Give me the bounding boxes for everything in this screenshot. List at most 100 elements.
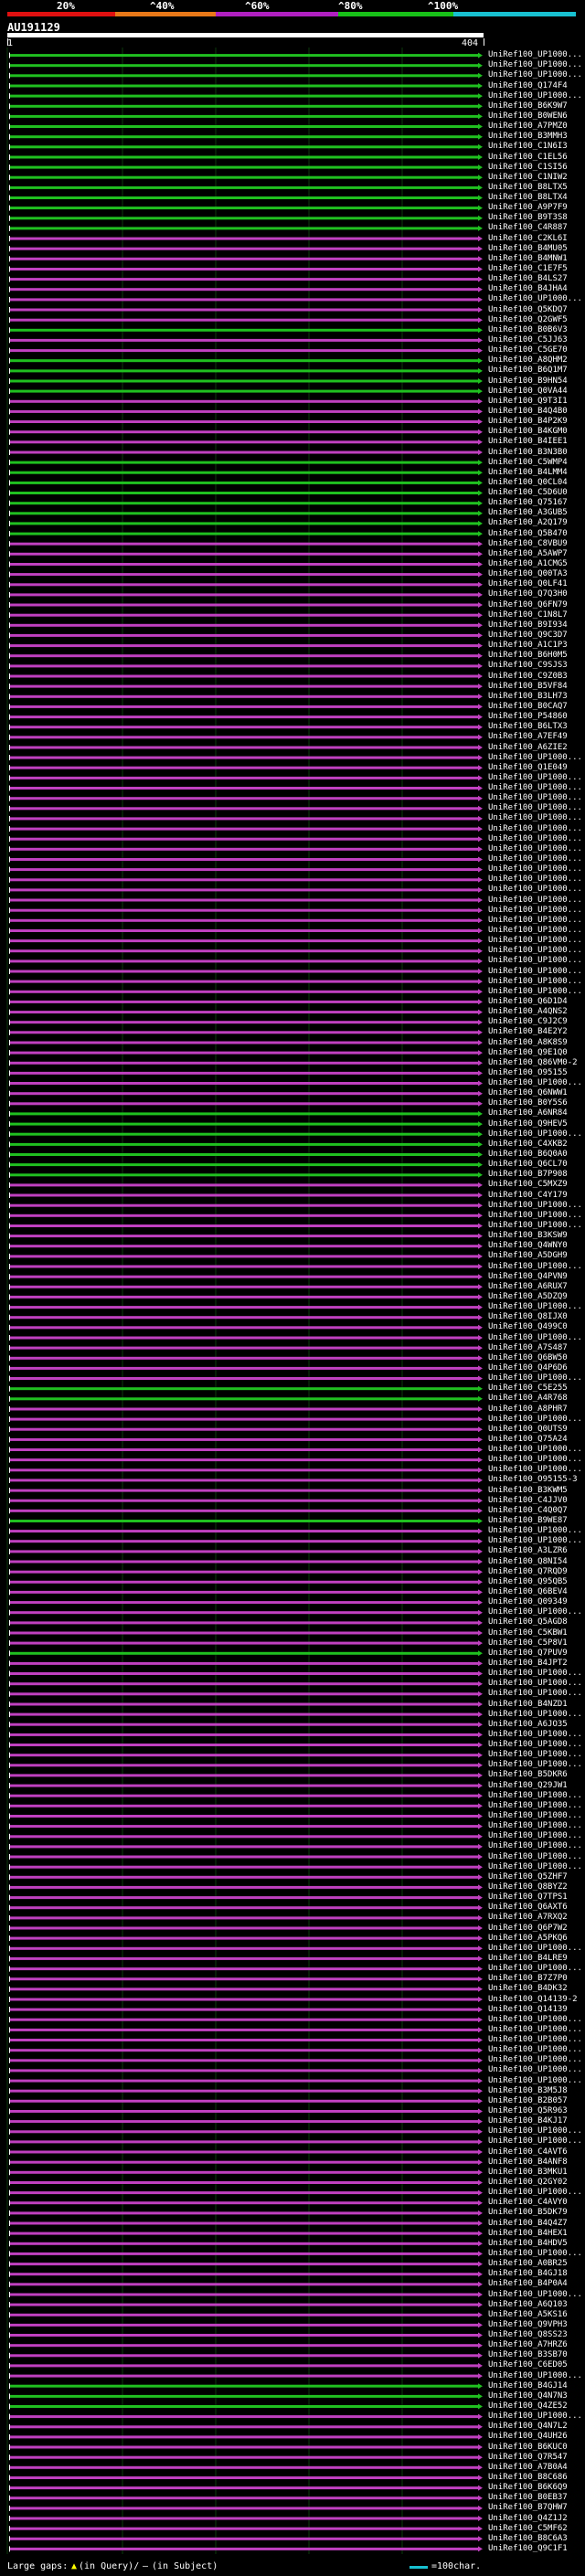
hit-label[interactable]: UniRef100_Q9E1Q0: [488, 1048, 568, 1058]
hit-label[interactable]: UniRef100_A2Q179: [488, 518, 568, 528]
hit-bar[interactable]: [9, 1723, 478, 1726]
hit-bar[interactable]: [9, 908, 478, 912]
hit-bar[interactable]: [9, 1366, 478, 1370]
hit-label[interactable]: UniRef100_B6K6Q9: [488, 2483, 568, 2493]
hit-bar[interactable]: [9, 2313, 478, 2316]
hit-bar[interactable]: [9, 1163, 478, 1167]
hit-label[interactable]: UniRef100_UP1000...: [488, 2015, 582, 2025]
hit-label[interactable]: UniRef100_B4P2K9: [488, 417, 568, 427]
hit-bar[interactable]: [9, 175, 478, 179]
hit-bar[interactable]: [9, 1977, 478, 1981]
hit-bar[interactable]: [9, 1956, 478, 1960]
hit-bar[interactable]: [9, 1235, 478, 1238]
hit-label[interactable]: UniRef100_B7QHW7: [488, 2503, 568, 2513]
hit-label[interactable]: UniRef100_UP1000...: [488, 294, 582, 304]
hit-bar[interactable]: [9, 2465, 478, 2469]
hit-label[interactable]: UniRef100_A4QNS2: [488, 1007, 568, 1017]
hit-label[interactable]: UniRef100_A4R768: [488, 1394, 568, 1404]
hit-label[interactable]: UniRef100_UP1000...: [488, 1760, 582, 1770]
hit-bar[interactable]: [9, 2425, 478, 2429]
hit-bar[interactable]: [9, 2059, 478, 2062]
hit-bar[interactable]: [9, 898, 478, 902]
hit-bar[interactable]: [9, 94, 478, 98]
hit-label[interactable]: UniRef100_C4AVT6: [488, 2147, 568, 2157]
hit-label[interactable]: UniRef100_A9P7F9: [488, 203, 568, 213]
hit-bar[interactable]: [9, 64, 478, 68]
hit-label[interactable]: UniRef100_UP1000...: [488, 1679, 582, 1689]
hit-label[interactable]: UniRef100_C5E255: [488, 1383, 568, 1394]
hit-label[interactable]: UniRef100_Q7TPS1: [488, 1892, 568, 1903]
hit-label[interactable]: UniRef100_UP1000...: [488, 1791, 582, 1801]
hit-bar[interactable]: [9, 2170, 478, 2174]
hit-bar[interactable]: [9, 1815, 478, 1818]
hit-label[interactable]: UniRef100_UP1000...: [488, 1445, 582, 1455]
hit-label[interactable]: UniRef100_Q5B470: [488, 529, 568, 539]
hit-bar[interactable]: [9, 878, 478, 882]
hit-label[interactable]: UniRef100_Q6AXT6: [488, 1903, 568, 1913]
hit-label[interactable]: UniRef100_UP1000...: [488, 1750, 582, 1760]
hit-label[interactable]: UniRef100_C5KBW1: [488, 1628, 568, 1638]
hit-label[interactable]: UniRef100_UP1000...: [488, 2188, 582, 2198]
hit-bar[interactable]: [9, 1712, 478, 1716]
hit-bar[interactable]: [9, 1733, 478, 1736]
hit-label[interactable]: UniRef100_UP1000...: [488, 875, 582, 885]
hit-bar[interactable]: [9, 1499, 478, 1502]
hit-bar[interactable]: [9, 1316, 478, 1320]
hit-bar[interactable]: [9, 186, 478, 189]
hit-bar[interactable]: [9, 2415, 478, 2419]
hit-label[interactable]: UniRef100_Q5AGD8: [488, 1617, 568, 1627]
hit-bar[interactable]: [9, 2140, 478, 2144]
hit-bar[interactable]: [9, 1520, 478, 1522]
hit-label[interactable]: UniRef100_B4GJ18: [488, 2269, 568, 2279]
hit-bar[interactable]: [9, 155, 478, 159]
hit-label[interactable]: UniRef100_B4KJ17: [488, 2116, 568, 2126]
hit-label[interactable]: UniRef100_B0EB37: [488, 2493, 568, 2503]
hit-bar[interactable]: [9, 1285, 478, 1288]
hit-bar[interactable]: [9, 583, 478, 587]
hit-bar[interactable]: [9, 1540, 478, 1543]
hit-label[interactable]: UniRef100_Q86VM0-2: [488, 1058, 578, 1068]
hit-label[interactable]: UniRef100_C1EL56: [488, 153, 568, 163]
hit-label[interactable]: UniRef100_A5PKQ6: [488, 1934, 568, 1944]
hit-label[interactable]: UniRef100_UP1000...: [488, 1078, 582, 1088]
hit-label[interactable]: UniRef100_C5JJ63: [488, 335, 568, 345]
hit-label[interactable]: UniRef100_B4Q4Z7: [488, 2219, 568, 2229]
hit-label[interactable]: UniRef100_Q6D1D4: [488, 997, 568, 1007]
hit-bar[interactable]: [9, 1672, 478, 1675]
hit-bar[interactable]: [9, 807, 478, 811]
hit-bar[interactable]: [9, 2486, 478, 2490]
hit-bar[interactable]: [9, 2537, 478, 2540]
hit-label[interactable]: UniRef100_UP1000...: [488, 1740, 582, 1750]
hit-label[interactable]: UniRef100_A8QHM2: [488, 355, 568, 366]
hit-label[interactable]: UniRef100_UP1000...: [488, 885, 582, 895]
hit-bar[interactable]: [9, 2283, 478, 2286]
hit-bar[interactable]: [9, 2049, 478, 2052]
hit-label[interactable]: UniRef100_Q4ZE52: [488, 2401, 568, 2412]
hit-bar[interactable]: [9, 1346, 478, 1350]
hit-label[interactable]: UniRef100_UP1000...: [488, 91, 582, 101]
hit-bar[interactable]: [9, 1967, 478, 1971]
hit-bar[interactable]: [9, 674, 478, 678]
hit-bar[interactable]: [9, 1702, 478, 1706]
hit-bar[interactable]: [9, 471, 478, 474]
hit-bar[interactable]: [9, 1000, 478, 1003]
hit-bar[interactable]: [9, 644, 478, 648]
hit-bar[interactable]: [9, 1590, 478, 1594]
hit-label[interactable]: UniRef100_Q4N7L2: [488, 2422, 568, 2432]
hit-label[interactable]: UniRef100_C6ED05: [488, 2360, 568, 2370]
hit-label[interactable]: UniRef100_UP1000...: [488, 1455, 582, 1465]
hit-label[interactable]: UniRef100_UP1000...: [488, 2035, 582, 2045]
hit-label[interactable]: UniRef100_B3LH73: [488, 692, 568, 702]
hit-label[interactable]: UniRef100_A8PHR7: [488, 1405, 568, 1415]
hit-bar[interactable]: [9, 2221, 478, 2225]
hit-bar[interactable]: [9, 2496, 478, 2500]
hit-bar[interactable]: [9, 1651, 478, 1655]
hit-label[interactable]: UniRef100_B9T3S8: [488, 213, 568, 223]
hit-bar[interactable]: [9, 2069, 478, 2072]
hit-label[interactable]: UniRef100_Q6NWW1: [488, 1088, 568, 1098]
hit-bar[interactable]: [9, 990, 478, 993]
hit-bar[interactable]: [9, 1764, 478, 1767]
hit-label[interactable]: UniRef100_UP1000...: [488, 2045, 582, 2055]
hit-bar[interactable]: [9, 369, 478, 373]
hit-bar[interactable]: [9, 736, 478, 739]
